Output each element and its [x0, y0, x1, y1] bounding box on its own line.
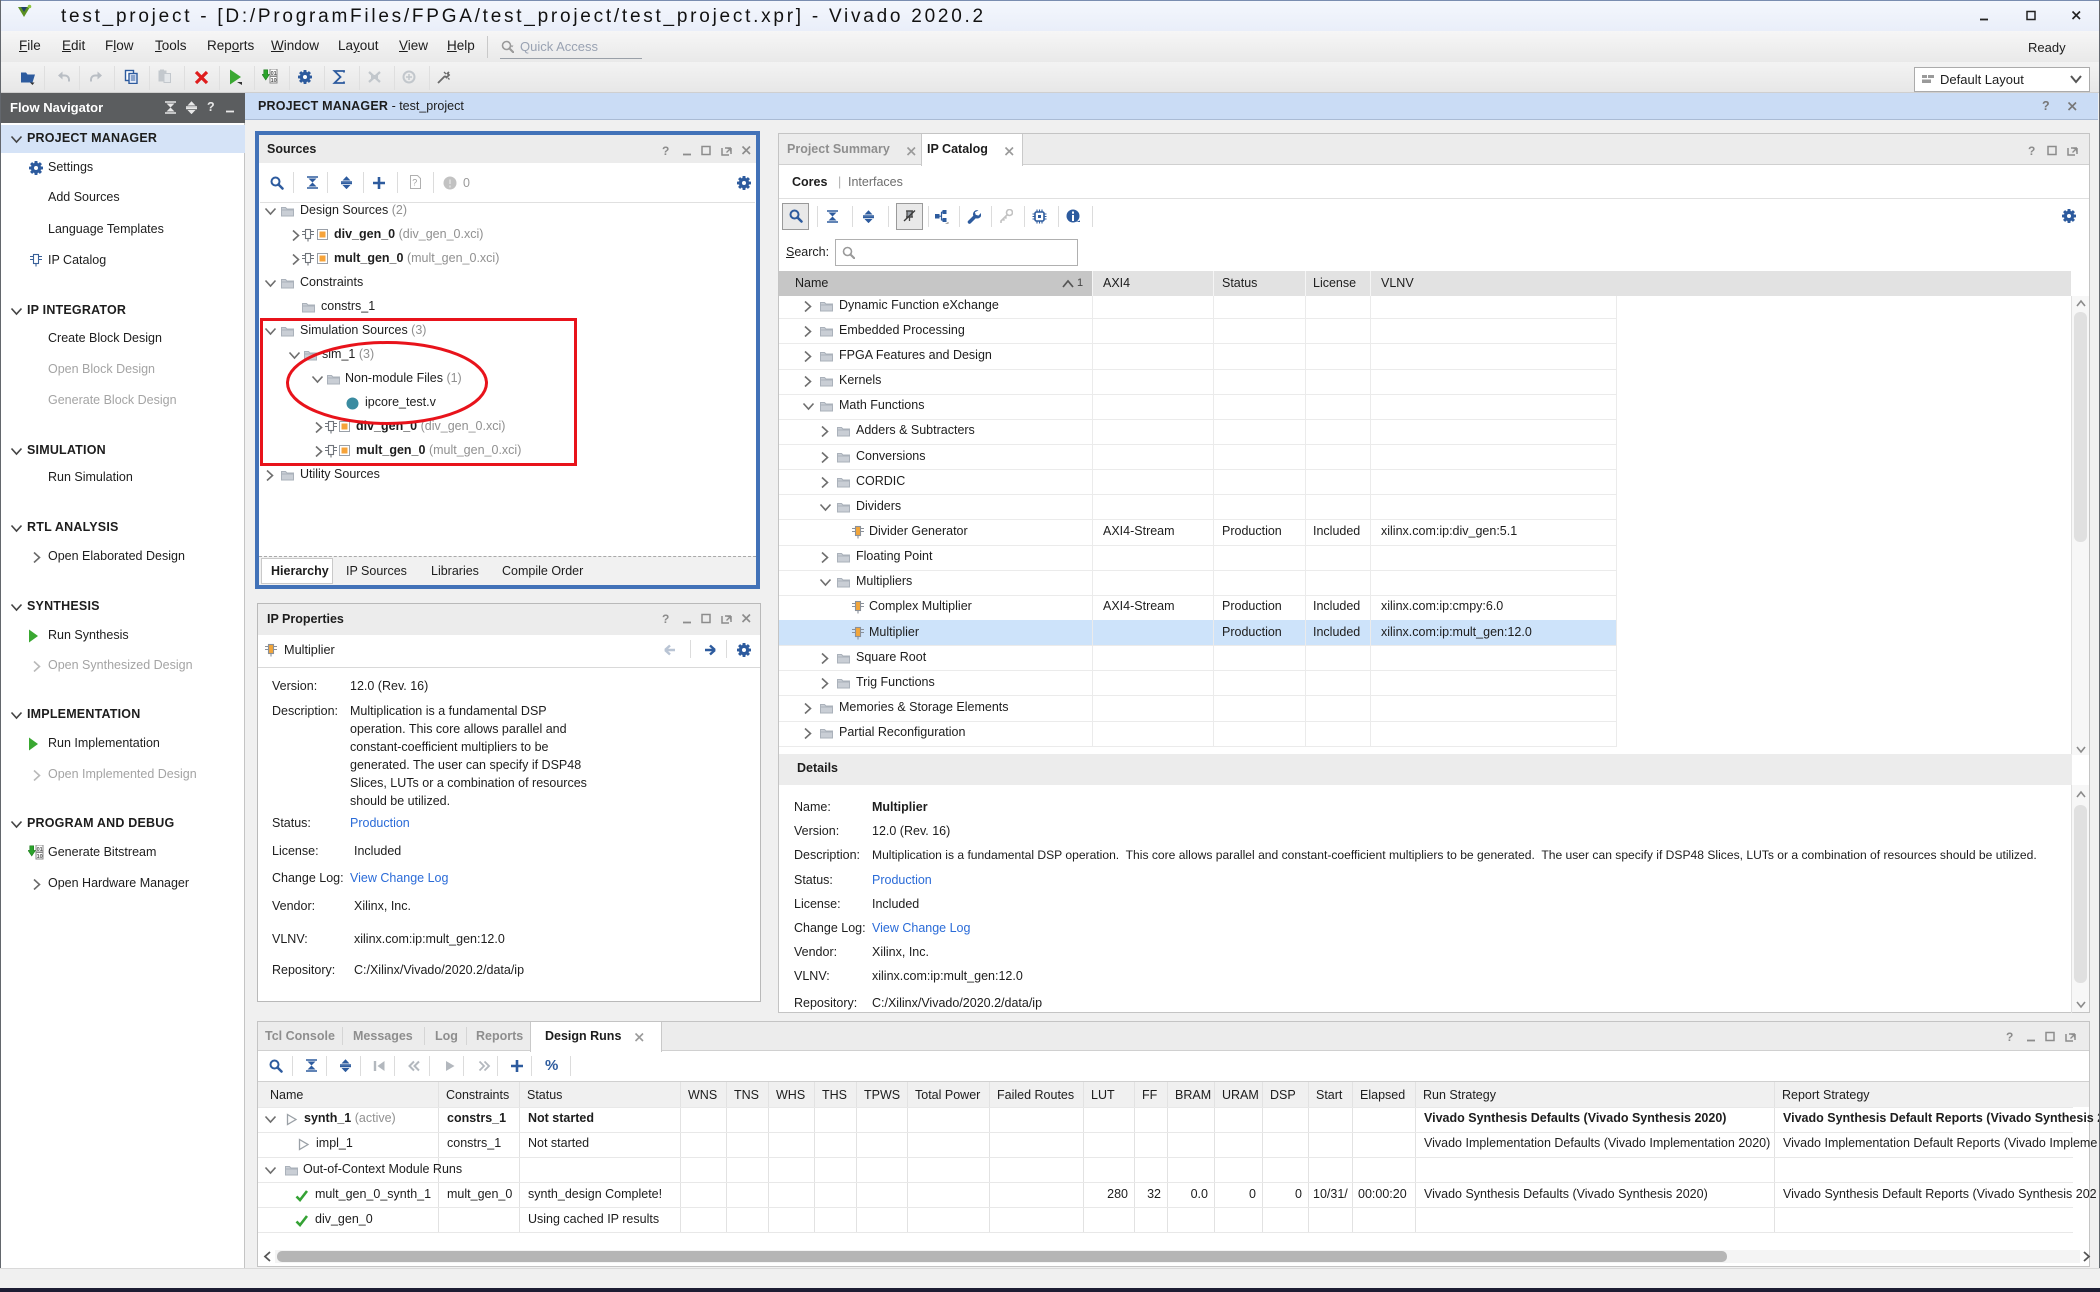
- svg-text:?: ?: [412, 178, 417, 188]
- svg-text:?: ?: [662, 612, 669, 625]
- svg-text:10: 10: [37, 854, 43, 860]
- svg-text:?: ?: [2028, 144, 2035, 157]
- svg-text:?: ?: [2006, 1030, 2013, 1043]
- svg-text:?: ?: [662, 144, 669, 157]
- svg-text:10: 10: [271, 78, 277, 84]
